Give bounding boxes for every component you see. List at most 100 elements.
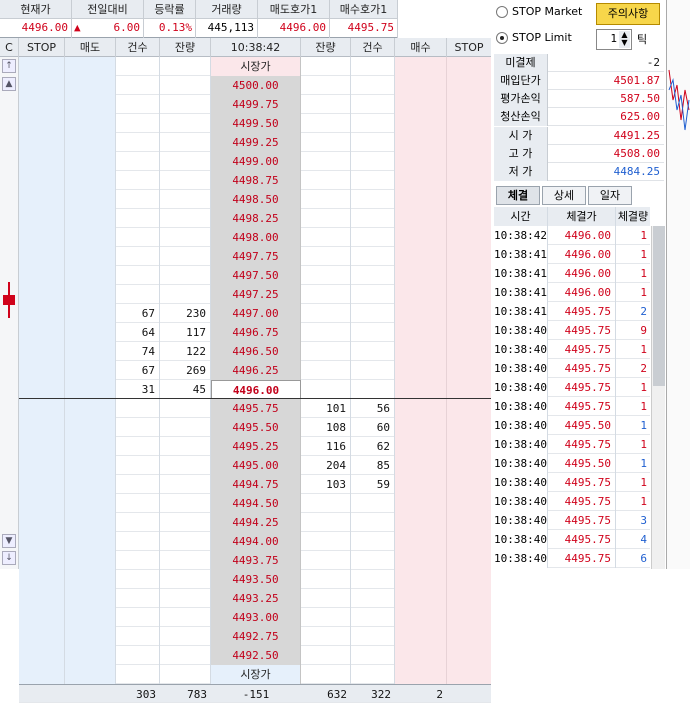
buy-order-cell[interactable] [395, 627, 447, 646]
stop-buy-cell[interactable] [447, 551, 491, 570]
stop-sell-cell[interactable] [19, 76, 65, 95]
buy-order-cell[interactable] [395, 418, 447, 437]
bid-price[interactable]: 4494.75 [211, 475, 301, 494]
stop-sell-cell[interactable] [19, 532, 65, 551]
stop-buy-cell[interactable] [447, 437, 491, 456]
trades-scrollbar[interactable] [651, 226, 665, 569]
sell-order-cell[interactable] [65, 114, 116, 133]
buy-order-cell[interactable] [395, 570, 447, 589]
sell-order-cell[interactable] [65, 76, 116, 95]
buy-order-cell[interactable] [395, 228, 447, 247]
stop-sell-cell[interactable] [19, 304, 65, 323]
stop-sell-cell[interactable] [19, 228, 65, 247]
stop-buy-cell[interactable] [447, 228, 491, 247]
header-c[interactable]: C [0, 38, 19, 57]
stop-buy-cell[interactable] [447, 513, 491, 532]
sell-order-cell[interactable] [65, 437, 116, 456]
ask-price[interactable]: 4498.00 [211, 228, 301, 247]
sell-order-cell[interactable] [65, 171, 116, 190]
stop-sell-cell[interactable] [19, 95, 65, 114]
buy-order-cell[interactable] [395, 57, 447, 76]
sell-order-cell[interactable] [65, 456, 116, 475]
bid-price[interactable]: 4495.75 [211, 399, 301, 418]
stop-buy-cell[interactable] [447, 570, 491, 589]
tab-daily[interactable]: 일자 [588, 186, 632, 205]
stop-sell-cell[interactable] [19, 418, 65, 437]
buy-order-cell[interactable] [395, 589, 447, 608]
stop-buy-cell[interactable] [447, 608, 491, 627]
scroll-bottom-icon[interactable]: ▼ [2, 534, 16, 548]
ask-price[interactable]: 4499.75 [211, 95, 301, 114]
bid-price[interactable]: 4495.00 [211, 456, 301, 475]
sell-order-cell[interactable] [65, 627, 116, 646]
buy-order-cell[interactable] [395, 342, 447, 361]
buy-order-cell[interactable] [395, 608, 447, 627]
buy-order-cell[interactable] [395, 475, 447, 494]
stop-buy-cell[interactable] [447, 209, 491, 228]
buy-order-cell[interactable] [395, 494, 447, 513]
sell-order-cell[interactable] [65, 399, 116, 418]
stop-buy-cell[interactable] [447, 190, 491, 209]
ask-price[interactable]: 4498.50 [211, 190, 301, 209]
stop-buy-cell[interactable] [447, 342, 491, 361]
ask-price[interactable]: 4497.50 [211, 266, 301, 285]
stop-buy-cell[interactable] [447, 152, 491, 171]
buy-order-cell[interactable] [395, 513, 447, 532]
caution-button[interactable]: 주의사항 [596, 3, 660, 25]
sell-order-cell[interactable] [65, 323, 116, 342]
scroll-down-icon[interactable]: ↓ [2, 551, 16, 565]
ask-price[interactable]: 4496.50 [211, 342, 301, 361]
buy-order-cell[interactable] [395, 399, 447, 418]
stop-limit-radio[interactable] [496, 32, 508, 44]
stop-sell-cell[interactable] [19, 646, 65, 665]
bid-price[interactable]: 4492.75 [211, 627, 301, 646]
bid-price[interactable]: 4495.50 [211, 418, 301, 437]
stop-buy-cell[interactable] [447, 57, 491, 76]
stop-buy-cell[interactable] [447, 627, 491, 646]
stop-sell-cell[interactable] [19, 513, 65, 532]
bid-price[interactable]: 4493.25 [211, 589, 301, 608]
buy-order-cell[interactable] [395, 133, 447, 152]
sell-order-cell[interactable] [65, 380, 116, 399]
buy-order-cell[interactable] [395, 190, 447, 209]
sell-order-cell[interactable] [65, 494, 116, 513]
stop-sell-cell[interactable] [19, 266, 65, 285]
buy-order-cell[interactable] [395, 304, 447, 323]
stop-buy-cell[interactable] [447, 133, 491, 152]
tick-value[interactable]: 1 [610, 32, 617, 45]
stop-buy-cell[interactable] [447, 380, 491, 399]
buy-order-cell[interactable] [395, 247, 447, 266]
buy-order-cell[interactable] [395, 532, 447, 551]
sell-order-cell[interactable] [65, 133, 116, 152]
sell-order-cell[interactable] [65, 646, 116, 665]
sell-order-cell[interactable] [65, 570, 116, 589]
stop-sell-cell[interactable] [19, 456, 65, 475]
ask-price[interactable]: 4499.25 [211, 133, 301, 152]
bid-price[interactable]: 4495.25 [211, 437, 301, 456]
ask-price[interactable]: 4499.00 [211, 152, 301, 171]
ask-price[interactable]: 4496.75 [211, 323, 301, 342]
stop-sell-cell[interactable] [19, 589, 65, 608]
ask-price[interactable]: 4497.25 [211, 285, 301, 304]
stop-buy-cell[interactable] [447, 361, 491, 380]
buy-order-cell[interactable] [395, 152, 447, 171]
buy-order-cell[interactable] [395, 456, 447, 475]
tick-stepper[interactable]: 1 ▲ ▼ [596, 29, 632, 50]
ask-price[interactable]: 4496.25 [211, 361, 301, 380]
buy-order-cell[interactable] [395, 646, 447, 665]
sell-order-cell[interactable] [65, 247, 116, 266]
stop-sell-cell[interactable] [19, 57, 65, 76]
buy-order-cell[interactable] [395, 323, 447, 342]
stop-buy-cell[interactable] [447, 399, 491, 418]
stop-sell-cell[interactable] [19, 114, 65, 133]
stop-buy-cell[interactable] [447, 323, 491, 342]
bid-price[interactable]: 4493.75 [211, 551, 301, 570]
stop-sell-cell[interactable] [19, 323, 65, 342]
buy-order-cell[interactable] [395, 380, 447, 399]
buy-order-cell[interactable] [395, 76, 447, 95]
stop-sell-cell[interactable] [19, 171, 65, 190]
buy-order-cell[interactable] [395, 285, 447, 304]
market-price-top[interactable]: 시장가 [211, 57, 301, 76]
buy-order-cell[interactable] [395, 551, 447, 570]
ask-price[interactable]: 4497.00 [211, 304, 301, 323]
